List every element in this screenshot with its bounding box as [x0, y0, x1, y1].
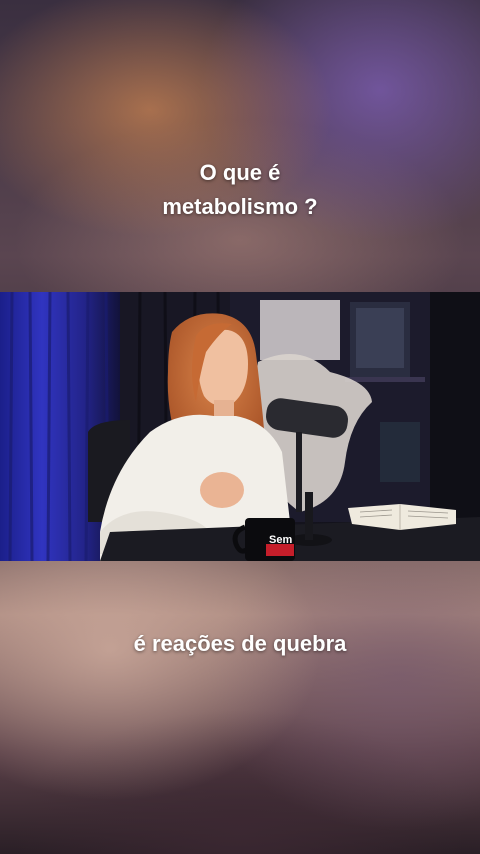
podcast-scene: Sem — [0, 292, 480, 561]
hand — [200, 472, 244, 508]
mug-text: Sem — [269, 534, 292, 546]
video-frame[interactable]: Sem — [0, 292, 480, 561]
top-caption: O que é metabolismo ? — [0, 156, 480, 224]
wall-art — [260, 300, 340, 360]
top-caption-line2: metabolismo ? — [162, 194, 318, 219]
top-caption-line1: O que é — [199, 160, 281, 185]
bottom-caption: é reações de quebra — [133, 631, 347, 656]
